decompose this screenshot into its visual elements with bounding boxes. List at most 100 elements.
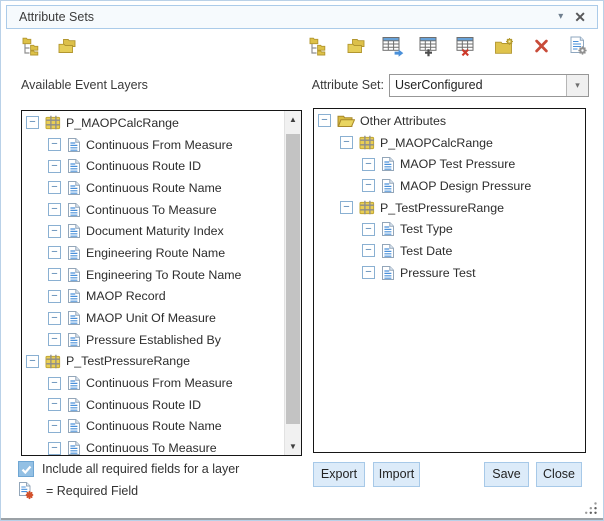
include-required-fields-label[interactable]: Include all required fields for a layer <box>42 462 239 476</box>
collapse-box-icon[interactable]: − <box>26 355 39 368</box>
tree-item-maop-record[interactable]: −MAOP Record <box>22 286 284 308</box>
delete-attribute-set-button[interactable] <box>456 38 478 60</box>
tree-item-maop-unit-of-measure[interactable]: − MAOP Unit Of Measure <box>22 307 284 329</box>
collapse-box-icon[interactable]: − <box>26 116 39 129</box>
include-required-fields-checkbox[interactable] <box>18 461 34 477</box>
close-button[interactable]: Close <box>536 462 582 487</box>
field-icon <box>381 243 395 259</box>
collapse-box-icon[interactable]: − <box>48 268 61 281</box>
tree-item-p-maopcalcrange[interactable]: − P_MAOPCalcRange <box>314 132 585 154</box>
checkmark-icon <box>21 465 32 474</box>
tree-item-pressure-test[interactable]: −Pressure Test <box>314 262 585 284</box>
configure-attributes-button[interactable] <box>567 38 589 60</box>
collapse-box-icon[interactable]: − <box>48 246 61 259</box>
scrollbar-thumb[interactable] <box>286 134 300 424</box>
tree-item-label: Continuous To Measure <box>86 441 217 455</box>
collapse-box-icon[interactable]: − <box>362 179 375 192</box>
attribute-set-label: Attribute Set: <box>312 78 384 92</box>
field-icon <box>67 158 81 174</box>
add-attribute-set-button[interactable] <box>419 38 441 60</box>
collapse-box-icon[interactable]: − <box>362 158 375 171</box>
doc-gear-icon <box>569 36 588 61</box>
collapse-box-icon[interactable]: − <box>48 333 61 346</box>
collapse-event-layers-button[interactable] <box>56 38 78 60</box>
table-x-icon <box>456 36 478 62</box>
export-button[interactable]: Export <box>313 462 365 487</box>
field-icon <box>67 267 81 283</box>
tree-item-label: Continuous Route Name <box>86 419 222 433</box>
collapse-box-icon[interactable]: − <box>48 377 61 390</box>
toolbar <box>21 37 589 60</box>
dropdown-caret-icon[interactable]: ▾ <box>566 75 588 96</box>
collapse-box-icon[interactable]: − <box>48 203 61 216</box>
field-icon <box>381 265 395 281</box>
collapse-box-icon[interactable]: − <box>48 290 61 303</box>
tree-item-label: Test Type <box>400 222 453 236</box>
tree-item-continuous-route-name[interactable]: −Continuous Route Name <box>22 177 284 199</box>
resize-grip-icon[interactable] <box>584 501 598 515</box>
tree-item-p-testpressurerange[interactable]: − P_TestPressureRange <box>22 351 284 373</box>
expand-event-layers-button[interactable] <box>21 38 43 60</box>
collapse-box-icon[interactable]: − <box>318 114 331 127</box>
collapse-box-icon[interactable]: − <box>48 181 61 194</box>
collapse-box-icon[interactable]: − <box>340 201 353 214</box>
tree-item-engineering-to-route-name[interactable]: −Engineering To Route Name <box>22 264 284 286</box>
attribute-set-tree: −Other Attributes−P_MAOPCalcRange−MAOP T… <box>314 110 585 452</box>
collapse-box-icon[interactable]: − <box>362 223 375 236</box>
vertical-scrollbar[interactable]: ▲ ▼ <box>284 111 301 455</box>
required-field-legend: = Required Field <box>18 481 138 500</box>
collapse-box-icon[interactable]: − <box>48 138 61 151</box>
tree-item-label: Engineering Route Name <box>86 246 225 260</box>
tree-item-p-testpressurerange[interactable]: −P_TestPressureRange <box>314 197 585 219</box>
tree-item-continuous-from-measure[interactable]: −Continuous From Measure <box>22 372 284 394</box>
scroll-up-icon[interactable]: ▲ <box>285 111 301 128</box>
tree-item-test-date[interactable]: −Test Date <box>314 240 585 262</box>
tree-item-other-attributes[interactable]: −Other Attributes <box>314 110 585 132</box>
expand-attribute-set-button[interactable] <box>308 38 330 60</box>
collapse-attribute-set-button[interactable] <box>345 38 367 60</box>
tree-item-engineering-route-name[interactable]: − Engineering Route Name <box>22 242 284 264</box>
close-icon[interactable]: ✕ <box>574 10 586 24</box>
tree-item-maop-test-pressure[interactable]: −MAOP Test Pressure <box>314 153 585 175</box>
tree-item-maop-design-pressure[interactable]: −MAOP Design Pressure <box>314 175 585 197</box>
field-icon <box>67 288 81 304</box>
collapse-box-icon[interactable]: − <box>48 420 61 433</box>
export-attribute-set-button[interactable] <box>382 38 404 60</box>
field-icon <box>67 397 81 413</box>
tree-item-continuous-route-name[interactable]: − Continuous Route Name <box>22 416 284 438</box>
new-attribute-group-button[interactable] <box>493 38 515 60</box>
tree-icon <box>309 36 330 61</box>
collapse-box-icon[interactable]: − <box>48 312 61 325</box>
tree-item-continuous-route-id[interactable]: − Continuous Route ID <box>22 155 284 177</box>
collapse-box-icon[interactable]: − <box>362 266 375 279</box>
tree-item-p-maopcalcrange[interactable]: −P_MAOPCalcRange <box>22 112 284 134</box>
import-button[interactable]: Import <box>373 462 420 487</box>
collapse-box-icon[interactable]: − <box>340 136 353 149</box>
collapse-box-icon[interactable]: − <box>48 225 61 238</box>
tree-item-continuous-to-measure[interactable]: − Continuous To Measure <box>22 437 284 456</box>
attribute-set-dropdown-value: UserConfigured <box>390 75 566 96</box>
tree-item-label: P_MAOPCalcRange <box>380 136 493 150</box>
collapse-box-icon[interactable]: − <box>48 160 61 173</box>
tree-item-test-type[interactable]: − Test Type <box>314 218 585 240</box>
save-button[interactable]: Save <box>484 462 529 487</box>
title-bar: Attribute Sets ▾ ✕ <box>6 5 598 29</box>
collapse-box-icon[interactable]: − <box>48 442 61 455</box>
attribute-set-dropdown[interactable]: UserConfigured ▾ <box>389 74 589 97</box>
scroll-down-icon[interactable]: ▼ <box>285 438 301 455</box>
remove-item-button[interactable] <box>530 38 552 60</box>
tree-item-label: MAOP Unit Of Measure <box>86 311 216 325</box>
tree-item-pressure-established-by[interactable]: −Pressure Established By <box>22 329 284 351</box>
tree-item-continuous-from-measure[interactable]: −Continuous From Measure <box>22 134 284 156</box>
tree-item-document-maturity-index[interactable]: −Document Maturity Index <box>22 220 284 242</box>
folder-gear-icon <box>494 37 515 61</box>
tree-item-label: Continuous Route ID <box>86 159 201 173</box>
tree-item-label: P_TestPressureRange <box>66 354 190 368</box>
collapse-caret-icon[interactable]: ▾ <box>558 12 563 22</box>
tree-item-label: Continuous To Measure <box>86 203 217 217</box>
table-plus-icon <box>419 36 441 62</box>
tree-item-continuous-to-measure[interactable]: − Continuous To Measure <box>22 199 284 221</box>
tree-item-continuous-route-id[interactable]: −Continuous Route ID <box>22 394 284 416</box>
collapse-box-icon[interactable]: − <box>48 398 61 411</box>
collapse-box-icon[interactable]: − <box>362 244 375 257</box>
